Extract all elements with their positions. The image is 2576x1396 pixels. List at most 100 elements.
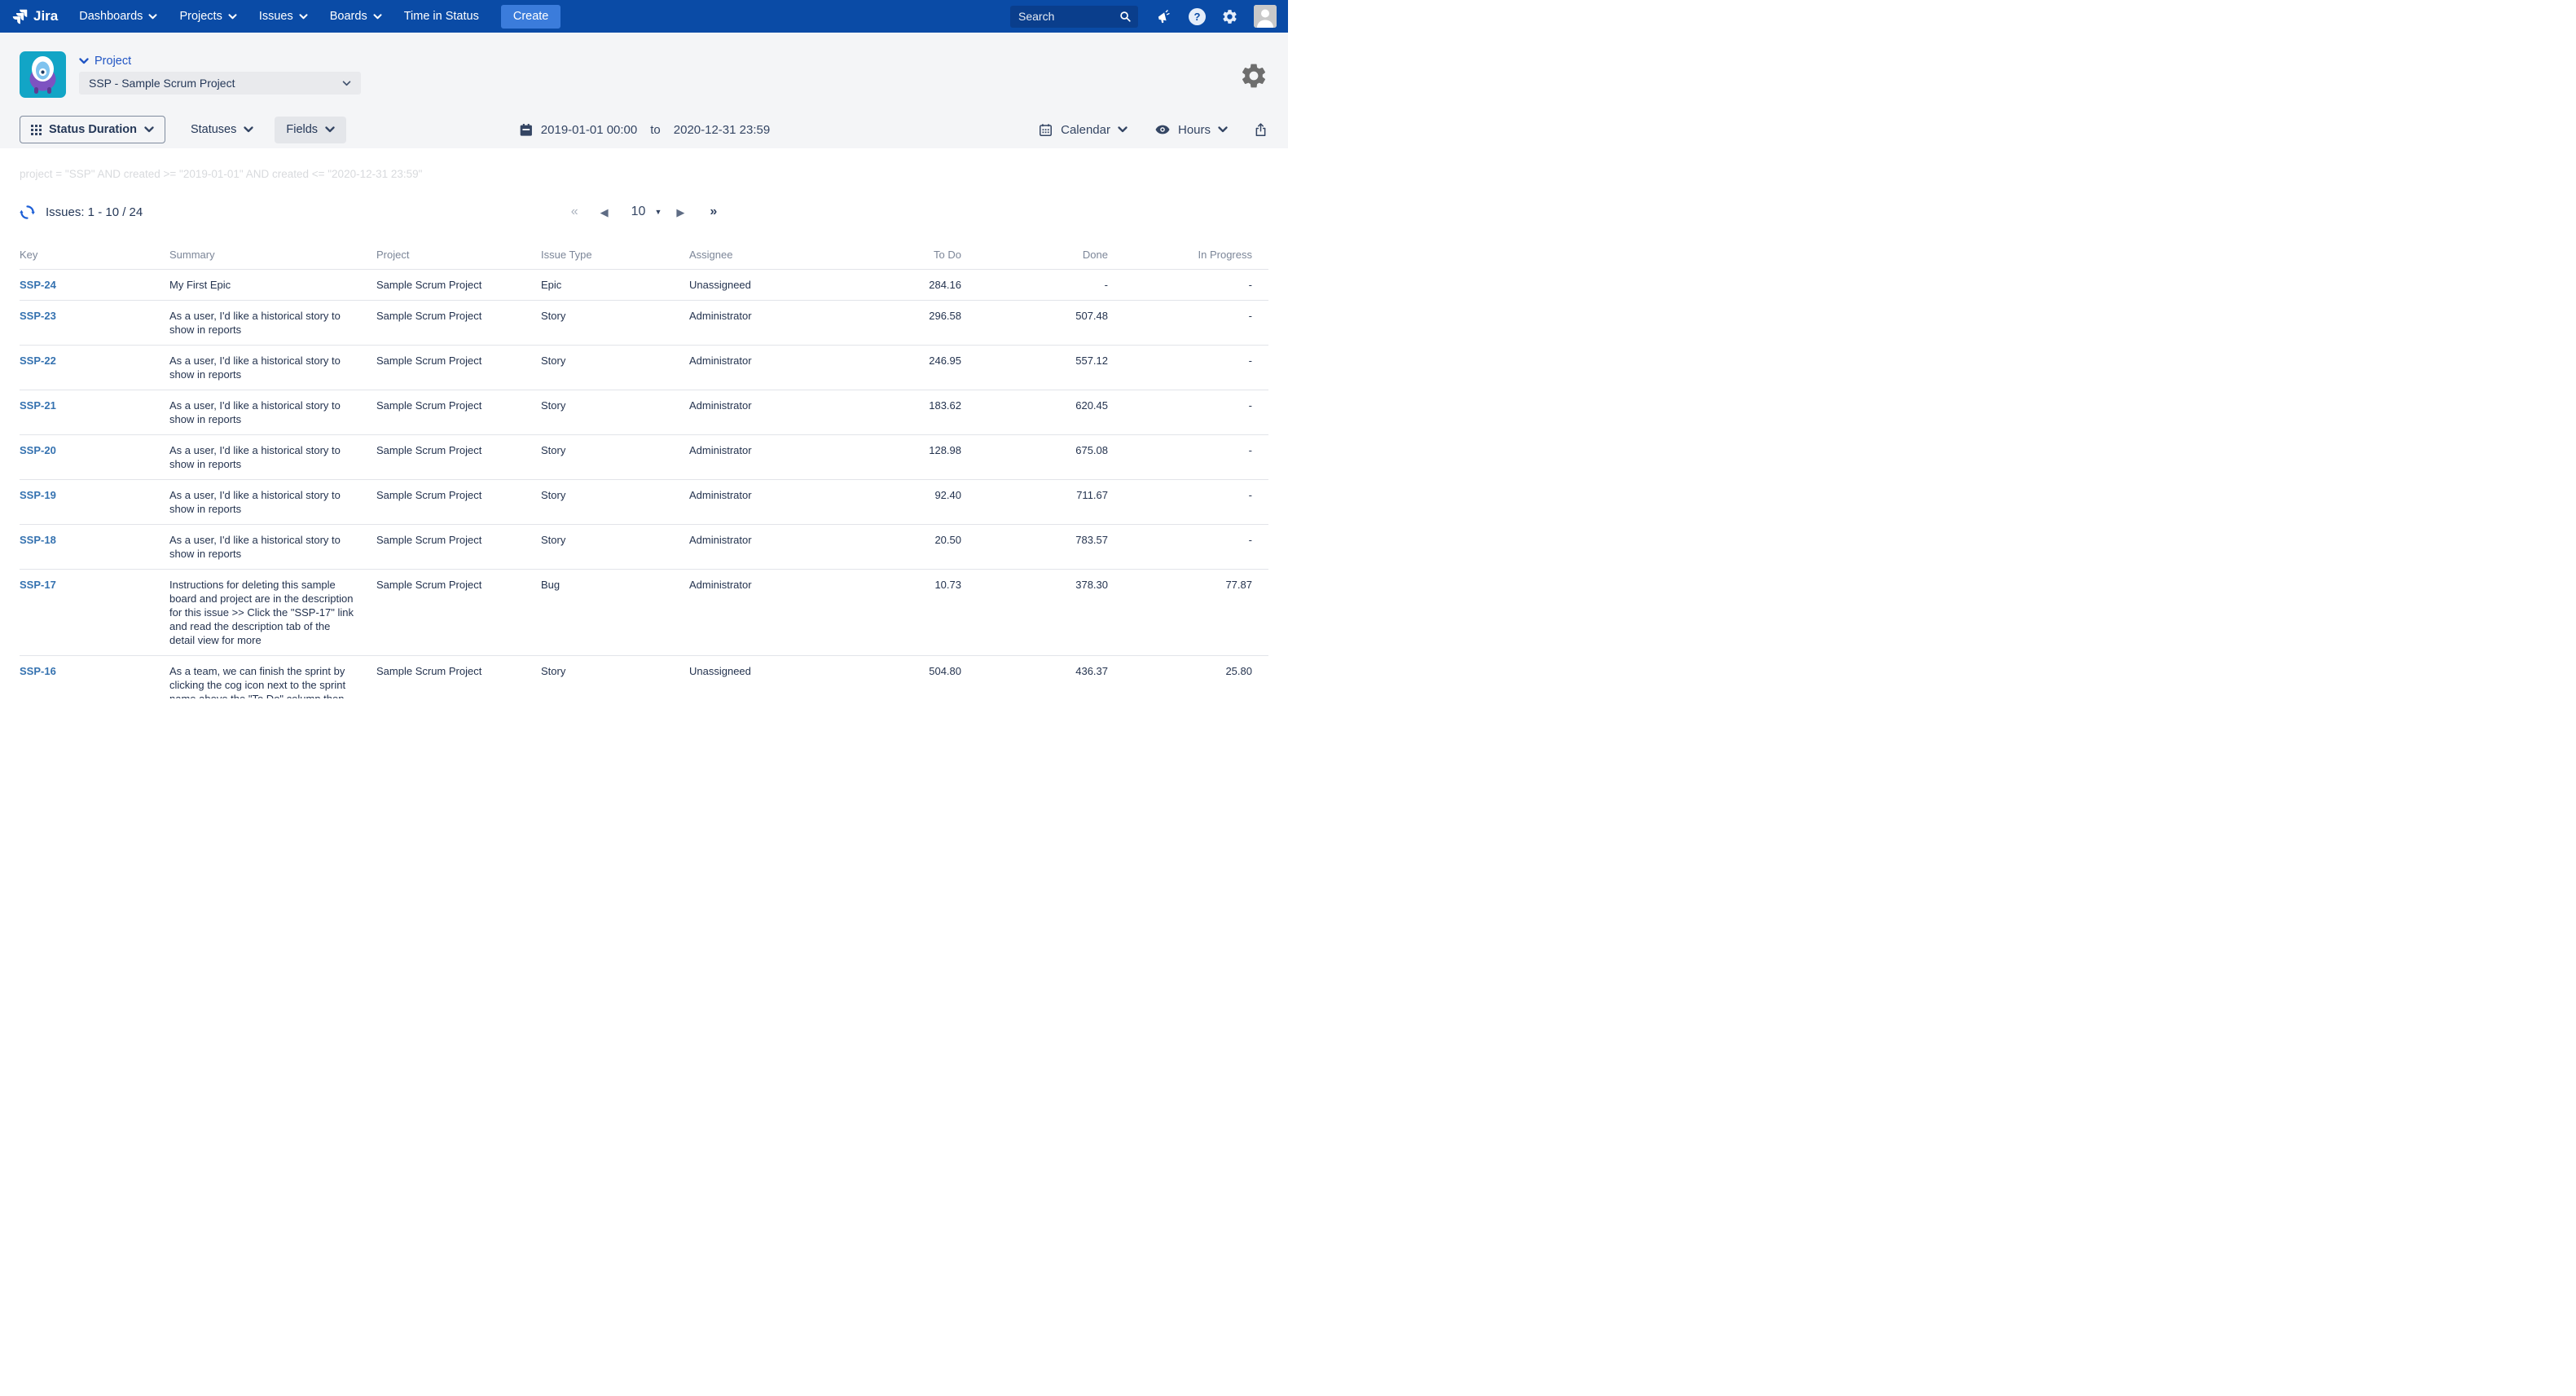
announcements-icon[interactable] [1156,8,1173,25]
project-section-toggle[interactable]: Project [79,55,361,68]
project-selector-group: Project SSP - Sample Scrum Project [79,51,361,98]
help-glyph: ? [1189,8,1206,25]
chevron-down-icon [373,14,382,20]
hours-dropdown[interactable]: Hours [1154,121,1228,138]
refresh-icon[interactable] [20,205,35,220]
done-cell: 620.45 [981,390,1128,435]
nav-menu: Dashboards Projects Issues Boards Time in St… [79,10,501,23]
nav-item-label: Issues [259,10,293,23]
done-cell: 378.30 [981,570,1128,656]
export-icon[interactable] [1253,122,1268,138]
issue-key-link[interactable]: SSP-18 [20,534,56,546]
todo-cell: 246.95 [877,346,981,390]
date-range-picker[interactable]: 2019-01-01 00:00 to 2020-12-31 23:59 [518,122,770,138]
calendar-range-icon [518,122,534,138]
last-page-icon[interactable]: » [710,205,717,218]
first-page-icon[interactable]: « [571,205,578,218]
chevron-down-icon [342,81,351,86]
issue-key-link[interactable]: SSP-20 [20,444,56,456]
project-label: Project [95,55,131,68]
issue-key-cell: SSP-24 [20,270,169,301]
issues-count-label: Issues: 1 - 10 / 24 [46,205,143,219]
done-cell: - [981,270,1128,301]
inprogress-cell: - [1128,525,1268,570]
project-select[interactable]: SSP - Sample Scrum Project [79,72,361,95]
nav-item-dashboards[interactable]: Dashboards [79,10,157,23]
issue-key-cell: SSP-20 [20,435,169,480]
todo-cell: 296.58 [877,301,981,346]
next-page-icon[interactable]: ▶ [676,207,684,218]
jira-logo[interactable]: Jira [11,8,58,25]
create-button[interactable]: Create [501,5,561,29]
help-icon[interactable]: ? [1189,8,1206,25]
user-avatar[interactable] [1254,5,1277,28]
issue-row: SSP-18As a user, I'd like a historical s… [20,525,1268,570]
assignee-cell: Administrator [689,390,877,435]
calendar-dropdown[interactable]: Calendar [1038,122,1128,138]
issue-row: SSP-16 As a team, we can finish the sprin… [20,656,1268,699]
pagination: « ◀ 10 ▼ ▶ » [571,205,718,218]
jql-query-text: project = "SSP" AND created >= "2019-01-… [20,168,1268,180]
done-cell: 507.48 [981,301,1128,346]
page-size-dropdown-icon[interactable]: ▼ [654,209,662,216]
nav-item-boards[interactable]: Boards [330,10,382,23]
prev-page-icon[interactable]: ◀ [600,207,609,218]
issue-type-cell: Bug [541,570,689,656]
issue-type-cell: Story [541,656,689,699]
calendar-label: Calendar [1061,123,1110,137]
column-header-summary: Summary [169,249,376,270]
nav-item-projects[interactable]: Projects [179,10,236,23]
issue-key-link[interactable]: SSP-17 [20,579,56,591]
project-avatar [20,51,66,98]
issue-key-link[interactable]: SSP-24 [20,279,56,291]
issue-type-cell: Story [541,480,689,525]
jira-logo-icon [11,8,29,25]
statuses-dropdown[interactable]: Statuses [191,123,253,136]
search-icon[interactable] [1119,10,1132,28]
project-cell: Sample Scrum Project [376,390,541,435]
inprogress-cell: - [1128,390,1268,435]
fields-dropdown[interactable]: Fields [275,117,346,143]
column-header-project: Project [376,249,541,270]
nav-item-label: Time in Status [404,10,479,23]
project-cell: Sample Scrum Project [376,346,541,390]
done-cell: 675.08 [981,435,1128,480]
issue-key-link[interactable]: SSP-22 [20,355,56,367]
settings-gear-icon[interactable] [1221,8,1238,25]
issue-key-link[interactable]: SSP-23 [20,310,56,322]
done-cell: 436.37 [981,656,1128,699]
todo-cell: 183.62 [877,390,981,435]
issue-key-link[interactable]: SSP-21 [20,399,56,412]
issues-count-group: Issues: 1 - 10 / 24 [20,205,143,220]
issue-type-cell: Story [541,301,689,346]
chevron-down-icon [1218,126,1228,133]
todo-cell: 10.73 [877,570,981,656]
issues-table: KeySummaryProjectIssue TypeAssigneeTo Do… [20,249,1268,698]
nav-item-label: Boards [330,10,367,23]
summary-cell: As a user, I'd like a historical story t… [169,301,376,346]
todo-cell: 284.16 [877,270,981,301]
report-type-button[interactable]: Status Duration [20,116,165,143]
date-to: 2020-12-31 23:59 [674,123,770,137]
issue-row: SSP-17Instructions for deleting this sam… [20,570,1268,656]
date-from: 2019-01-01 00:00 [541,123,637,137]
issue-key-link[interactable]: SSP-19 [20,489,56,501]
column-header-done: Done [981,249,1128,270]
nav-item-time-in-status[interactable]: Time in Status [404,10,479,23]
issue-key-cell: SSP-21 [20,390,169,435]
issue-key-link[interactable]: SSP-16 [20,665,56,677]
page-size-value[interactable]: 10 [631,205,646,218]
nav-item-issues[interactable]: Issues [259,10,308,23]
issue-row: SSP-21As a user, I'd like a historical s… [20,390,1268,435]
nav-search [1010,6,1138,28]
report-settings-gear-icon[interactable] [1239,61,1268,98]
todo-cell: 20.50 [877,525,981,570]
chevron-down-icon [228,14,237,20]
results-row: Issues: 1 - 10 / 24 « ◀ 10 ▼ ▶ » [20,200,1268,224]
fields-label: Fields [286,123,318,136]
project-cell: Sample Scrum Project [376,270,541,301]
summary-cell: As a user, I'd like a historical story t… [169,435,376,480]
issue-key-cell: SSP-23 [20,301,169,346]
issue-type-cell: Story [541,390,689,435]
summary-cell: As a team, we can finish the sprint by c… [169,656,376,699]
